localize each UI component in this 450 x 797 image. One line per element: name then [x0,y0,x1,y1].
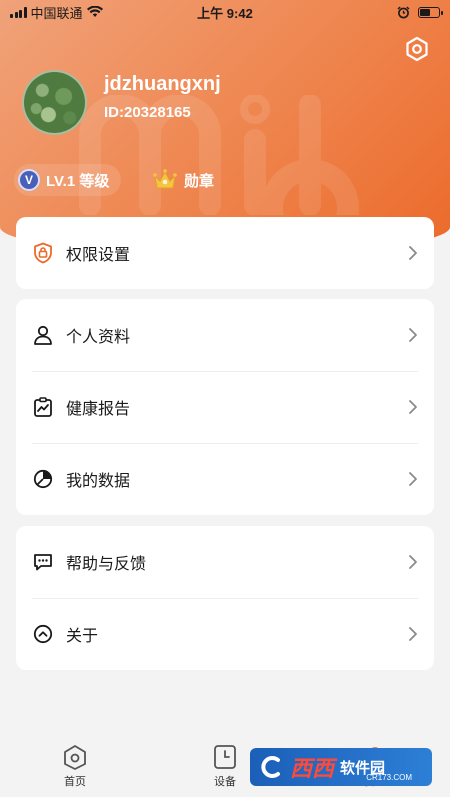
menu-item-about[interactable]: 关于 [16,598,434,670]
user-id: ID:20328165 [104,104,191,121]
level-v-icon: V [18,169,40,191]
site-watermark-logo: 西西 软件园 CR173.COM [250,748,432,786]
info-up-icon [33,624,53,644]
crown-medal-icon [153,169,177,189]
settings-gear-icon[interactable] [404,36,430,62]
wifi-icon [86,6,103,17]
tab-label: 设备 [214,776,236,788]
menu-item-label: 权限设置 [66,247,131,264]
chevron-right-icon [409,400,417,414]
brand-c-icon [261,756,280,778]
level-badge[interactable]: V LV.1 等级 [14,164,122,196]
user-icon [34,325,52,345]
home-icon [64,745,86,770]
menu-group-personal: 个人资料 健康报告 我的数据 [16,299,434,515]
level-label: LV.1 等级 [46,172,110,190]
menu-item-help-feedback[interactable]: 帮助与反馈 [16,526,434,598]
menu-item-profile[interactable]: 个人资料 [16,299,434,371]
menu-item-permissions[interactable]: 权限设置 [16,217,434,289]
menu-item-label: 关于 [66,628,99,645]
chevron-right-icon [409,555,417,569]
menu-group-permissions: 权限设置 [16,217,434,289]
signal-icon [10,6,27,18]
menu-item-label: 帮助与反馈 [66,556,147,573]
watermark-brand: 西西 [290,756,335,781]
chevron-right-icon [409,472,417,486]
tab-label: 首页 [64,776,86,788]
device-icon [214,745,236,769]
tab-home[interactable]: 首页 [25,743,125,789]
menu-item-label: 个人资料 [66,329,131,346]
watermark-url: CR173.COM [366,773,412,782]
menu-item-label: 我的数据 [66,473,131,490]
lock-shield-icon [34,242,52,264]
chevron-right-icon [409,328,417,342]
battery-icon [418,6,443,18]
menu-group-support: 帮助与反馈 关于 [16,526,434,670]
menu-item-my-data[interactable]: 我的数据 [16,443,434,515]
pie-chart-icon [33,469,53,489]
menu-item-health-report[interactable]: 健康报告 [16,371,434,443]
username: jdzhuangxnj [104,73,221,95]
medal-badge[interactable]: 勋章 [152,164,214,196]
menu-item-label: 健康报告 [66,401,131,418]
medal-label: 勋章 [184,172,215,190]
alarm-icon [397,5,410,18]
chat-feedback-icon [34,554,52,571]
chevron-right-icon [409,627,417,641]
status-time: 上午 9:42 [197,5,253,21]
status-bar: 中国联通 上午 9:42 [0,0,450,24]
avatar[interactable] [22,70,87,135]
carrier-name: 中国联通 [30,5,83,21]
chevron-right-icon [409,246,417,260]
report-chart-icon [34,397,52,417]
